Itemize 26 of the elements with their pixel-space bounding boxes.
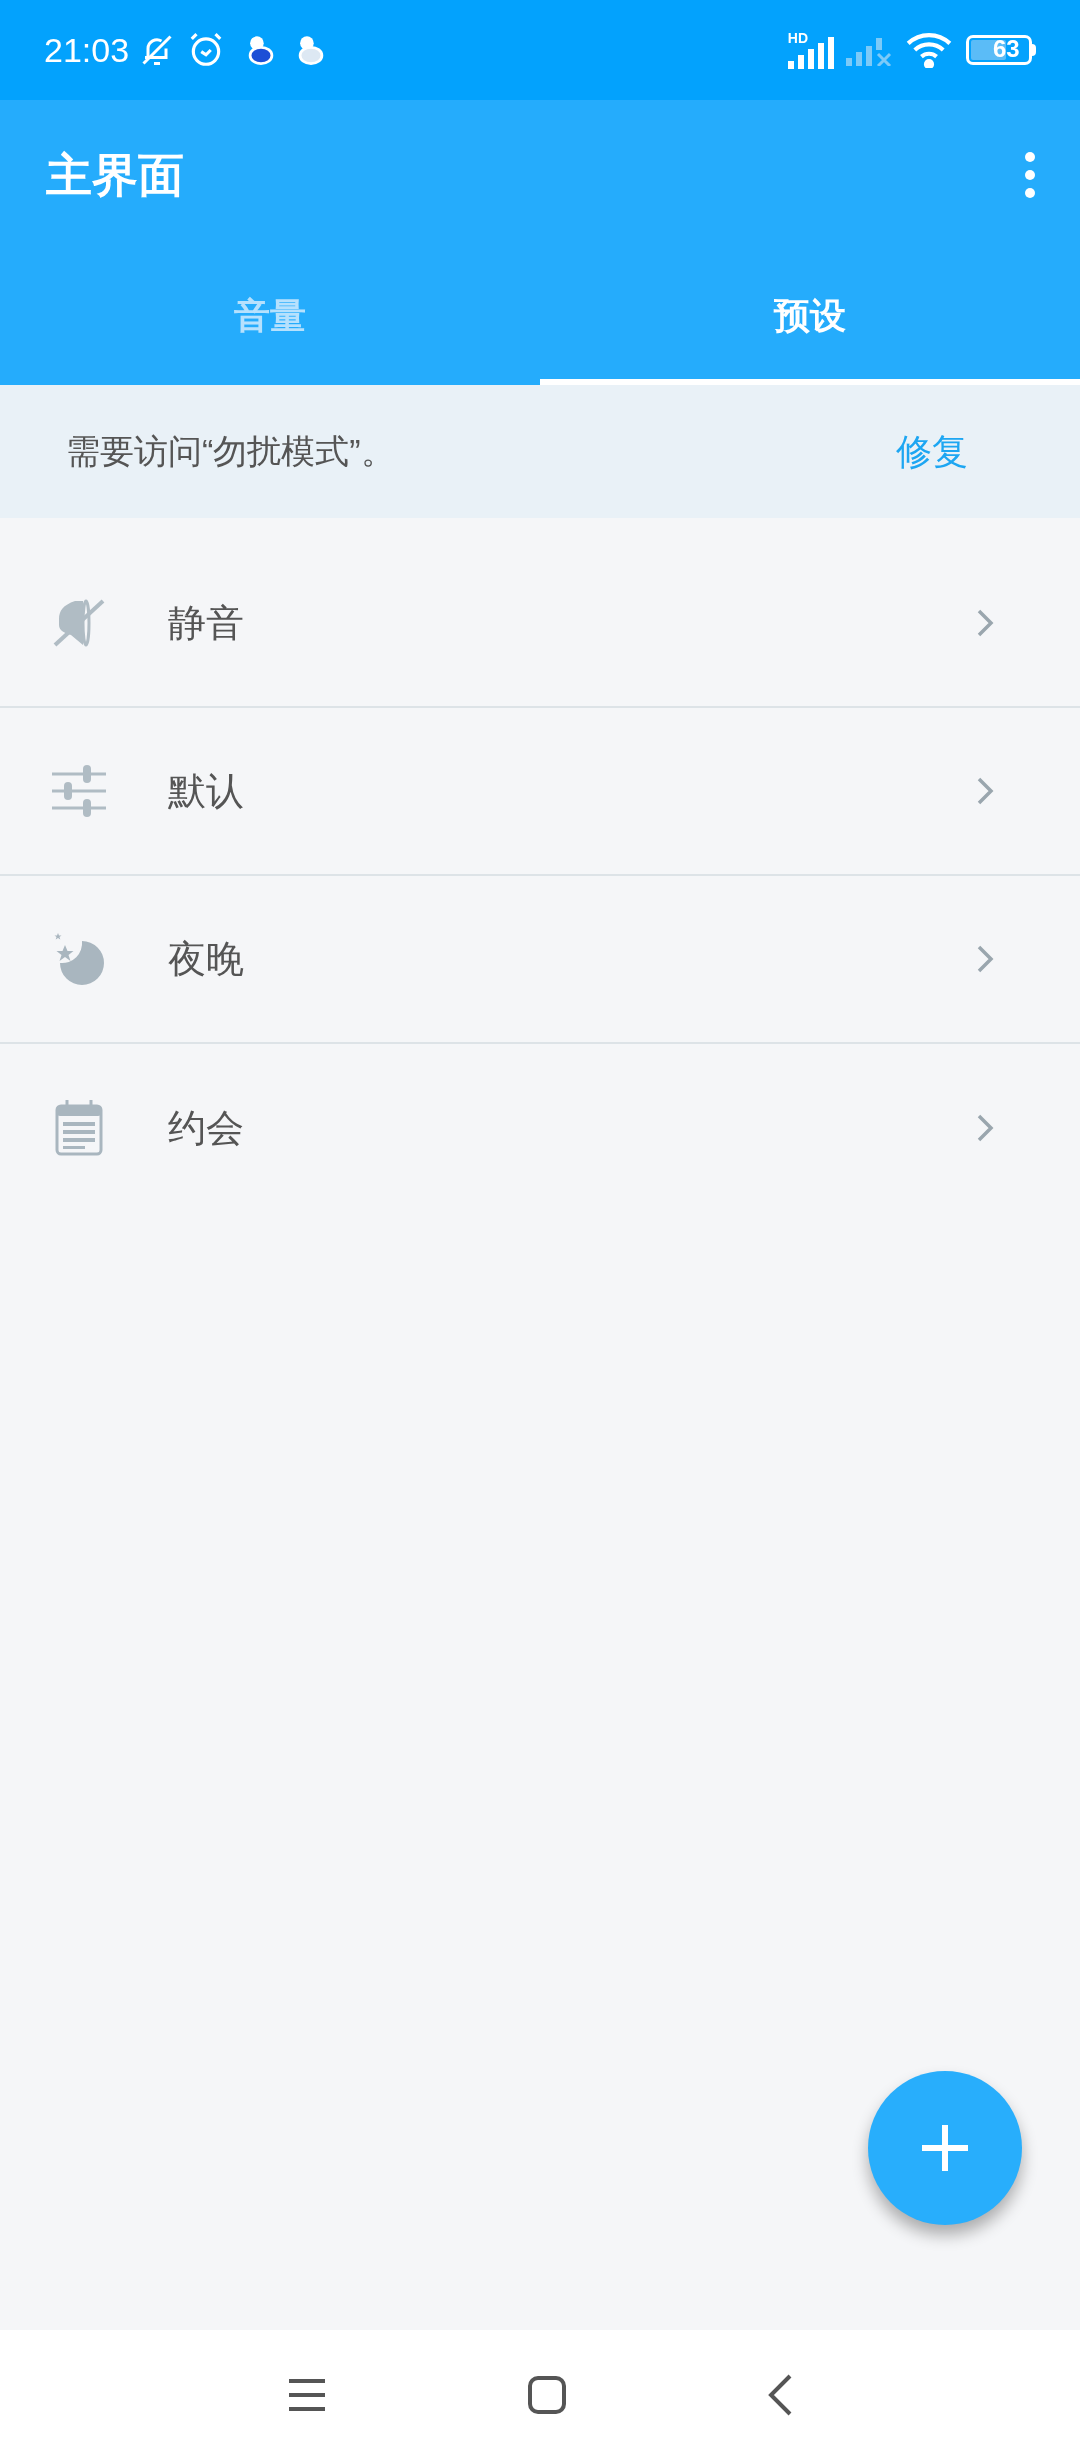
preset-label: 静音	[168, 600, 245, 646]
calendar-icon	[55, 1100, 103, 1156]
menu-icon[interactable]	[287, 2377, 327, 2413]
preset-label: 默认	[168, 768, 245, 814]
preset-item[interactable]: 默认	[0, 708, 1080, 876]
chevron-right-icon	[976, 944, 994, 974]
status-time: 21:03	[44, 29, 130, 71]
chevron-right-icon	[976, 608, 994, 638]
wifi-icon	[906, 32, 952, 68]
preset-item[interactable]: 约会	[0, 1044, 1080, 1212]
chevron-right-icon	[976, 1113, 994, 1143]
battery-level: 63	[993, 34, 1020, 64]
back-icon[interactable]	[767, 2374, 793, 2416]
preset-label: 夜晚	[168, 936, 245, 982]
plus-icon	[922, 2125, 968, 2171]
notification-icon	[297, 35, 326, 65]
app-title: 主界面	[46, 147, 184, 203]
chevron-right-icon	[976, 776, 994, 806]
banner-message: 需要访问“勿扰模式”。	[66, 431, 395, 472]
preset-label: 约会	[168, 1105, 245, 1151]
network-label: HD	[787, 31, 808, 45]
preset-item[interactable]: 夜晚	[0, 876, 1080, 1044]
notification-icon	[247, 35, 276, 65]
sliders-icon	[52, 764, 106, 818]
preset-item[interactable]: 静音	[0, 540, 1080, 708]
home-icon[interactable]	[527, 2375, 567, 2415]
